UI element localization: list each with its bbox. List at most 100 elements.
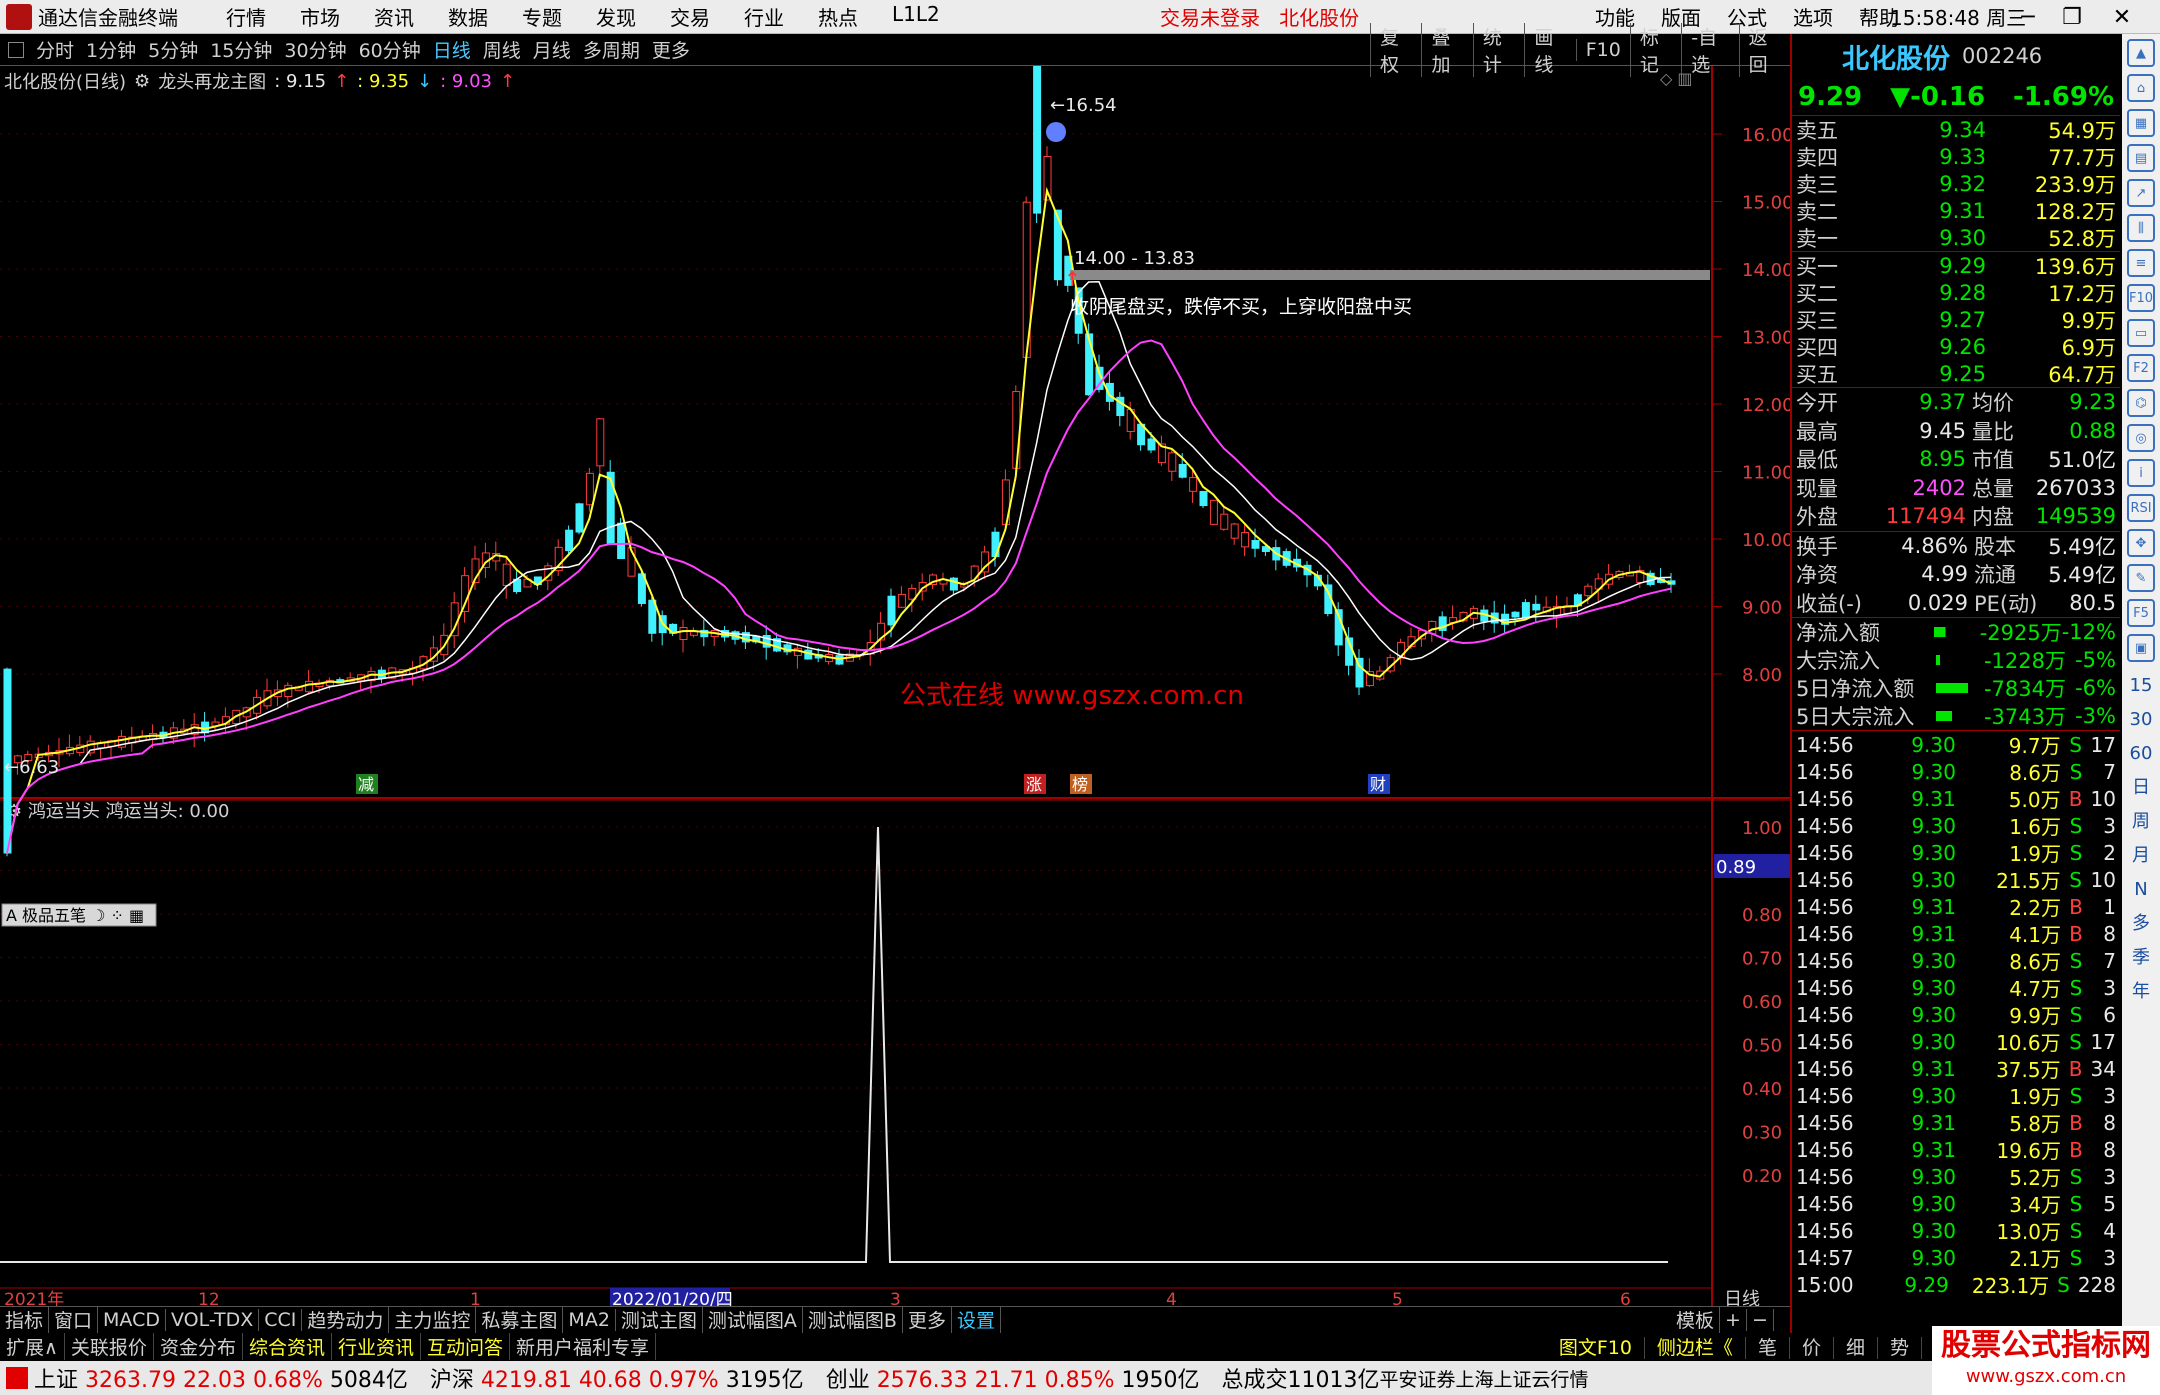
indicator-tab[interactable]: 测试幅图B <box>803 1306 903 1333</box>
ask-row[interactable]: 卖二 9.31 128.2万 <box>1792 197 2120 224</box>
minute-period-button[interactable]: 15 <box>2122 669 2160 703</box>
bottom-right-tab[interactable]: 图文F10 <box>1546 1336 1645 1359</box>
ask-row[interactable]: 卖五 9.34 54.9万 <box>1792 116 2120 143</box>
info-tab[interactable]: 关联报价 <box>65 1332 154 1360</box>
side-period-button[interactable]: N <box>2122 873 2160 907</box>
f2-icon[interactable]: F2 <box>2127 354 2155 382</box>
period-tab[interactable]: 月线 <box>533 36 571 63</box>
ask-row[interactable]: 卖四 9.33 77.7万 <box>1792 143 2120 170</box>
index-quote[interactable]: 上证 3263.79 22.03 0.68% 5084亿 <box>34 1362 408 1394</box>
period-tab[interactable]: 5分钟 <box>148 36 198 63</box>
period-tab[interactable]: 15分钟 <box>210 36 272 63</box>
indicator-tab[interactable]: 测试主图 <box>616 1306 703 1333</box>
right-menu-item[interactable]: 选项 <box>1793 2 1833 31</box>
menu-item[interactable]: L1L2 <box>892 2 940 31</box>
indicator-tab[interactable]: − <box>1747 1308 1774 1331</box>
restore-icon[interactable]: ❐ <box>2054 0 2090 34</box>
target-icon[interactable]: ◎ <box>2127 424 2155 452</box>
indicator-tab[interactable]: 测试幅图A <box>703 1306 803 1333</box>
info-tab[interactable]: 互动问答 <box>421 1332 510 1360</box>
menu-item[interactable]: 交易 <box>670 2 710 31</box>
index-quote[interactable]: 沪深 4219.81 40.68 0.97% 3195亿 <box>430 1362 804 1394</box>
calc-icon[interactable]: ▦ <box>2127 109 2155 137</box>
indicator-tab[interactable]: + <box>1720 1308 1747 1331</box>
home-icon[interactable]: ⌂ <box>2127 74 2155 102</box>
indicator-tab[interactable]: 模板 <box>1671 1306 1721 1333</box>
bid-row[interactable]: 买三 9.27 9.9万 <box>1792 306 2120 333</box>
period-tab[interactable]: 多周期 <box>583 36 640 63</box>
minute-period-button[interactable]: 60 <box>2122 737 2160 771</box>
bid-row[interactable]: 买一 9.29 139.6万 <box>1792 252 2120 279</box>
menu-item[interactable]: 专题 <box>522 2 562 31</box>
kline-icon[interactable]: ⫼ <box>2127 214 2155 242</box>
indicator-tab[interactable]: 趋势动力 <box>302 1306 390 1333</box>
list-icon[interactable]: ≡ <box>2127 249 2155 277</box>
period-tab[interactable]: 日线 <box>433 36 471 63</box>
side-period-button[interactable]: 月 <box>2122 839 2160 873</box>
side-period-button[interactable]: 季 <box>2122 941 2160 975</box>
info-icon[interactable]: i <box>2127 459 2155 487</box>
f10-icon[interactable]: F10 <box>2127 284 2155 312</box>
side-period-button[interactable]: 多 <box>2122 907 2160 941</box>
indicator-tab[interactable]: 设置 <box>952 1306 1001 1333</box>
ask-row[interactable]: 卖一 9.30 52.8万 <box>1792 224 2120 251</box>
info-tab[interactable]: 行业资讯 <box>332 1332 421 1360</box>
bid-row[interactable]: 买二 9.28 17.2万 <box>1792 279 2120 306</box>
menu-item[interactable]: 资讯 <box>374 2 414 31</box>
period-tab[interactable]: 周线 <box>483 36 521 63</box>
index-quote[interactable]: 创业 2576.33 21.71 0.85% 1950亿 <box>826 1362 1200 1394</box>
period-tab[interactable]: 1分钟 <box>86 36 136 63</box>
period-tab[interactable]: 60分钟 <box>359 36 421 63</box>
indicator-tab[interactable]: 主力监控 <box>389 1306 477 1333</box>
indicator-tab[interactable]: MACD <box>98 1308 166 1331</box>
ask-row[interactable]: 卖三 9.32 233.9万 <box>1792 170 2120 197</box>
info-tab[interactable]: 综合资讯 <box>243 1332 332 1360</box>
f3-icon[interactable]: ⌬ <box>2127 389 2155 417</box>
bottom-right-tab[interactable]: 侧边栏《 <box>1644 1336 1746 1359</box>
indicator-tab[interactable]: 私募主图 <box>476 1306 564 1333</box>
indicator-tab[interactable]: 更多 <box>903 1306 952 1333</box>
minute-period-button[interactable]: 30 <box>2122 703 2160 737</box>
table-icon[interactable]: ▤ <box>2127 144 2155 172</box>
period-tab[interactable]: 更多 <box>652 36 690 63</box>
bottom-right-tab[interactable]: 细 <box>1833 1336 1878 1359</box>
minimize-icon[interactable]: ─ <box>2010 0 2046 34</box>
side-period-button[interactable]: 年 <box>2122 975 2160 1009</box>
panel-toggle-icon[interactable] <box>8 41 24 58</box>
chart2-icon[interactable]: ▣ <box>2127 634 2155 662</box>
bottom-right-tab[interactable]: 价 <box>1789 1336 1834 1359</box>
bottom-right-tab[interactable]: 笔 <box>1745 1336 1790 1359</box>
info-tab[interactable]: 扩展∧ <box>0 1332 65 1360</box>
side-period-button[interactable]: 日 <box>2122 771 2160 805</box>
pen-icon[interactable]: ✎ <box>2127 564 2155 592</box>
indicator-tab[interactable]: VOL-TDX <box>166 1308 260 1331</box>
bid-row[interactable]: 买四 9.26 6.9万 <box>1792 333 2120 360</box>
period-tab[interactable]: 30分钟 <box>284 36 346 63</box>
login-status[interactable]: 交易未登录 北化股份 <box>1160 2 1359 31</box>
side-period-button[interactable]: 周 <box>2122 805 2160 839</box>
tool-button[interactable]: F10 <box>1575 39 1630 61</box>
f5-icon[interactable]: F5 <box>2127 599 2155 627</box>
indicator-tab[interactable]: CCI <box>259 1308 303 1331</box>
menu-item[interactable]: 热点 <box>818 2 858 31</box>
bottom-right-tab[interactable]: 势 <box>1877 1336 1922 1359</box>
period-tab[interactable]: 分时 <box>36 36 74 63</box>
doc-icon[interactable]: ▭ <box>2127 319 2155 347</box>
up-arrow-icon[interactable]: ▲ <box>2127 39 2155 67</box>
info-tab[interactable]: 新用户福利专享 <box>510 1332 657 1360</box>
rsi-icon[interactable]: RSI <box>2127 494 2155 522</box>
indicator-tab[interactable]: 窗口 <box>49 1306 99 1333</box>
menu-item[interactable]: 市场 <box>300 2 340 31</box>
menu-item[interactable]: 数据 <box>448 2 488 31</box>
indicator-tab[interactable]: 指标 <box>0 1306 50 1333</box>
move-icon[interactable]: ✥ <box>2127 529 2155 557</box>
info-tab[interactable]: 资金分布 <box>154 1332 243 1360</box>
bid-row[interactable]: 买五 9.25 64.7万 <box>1792 360 2120 387</box>
menu-item[interactable]: 行业 <box>744 2 784 31</box>
chart-icon[interactable]: ↗ <box>2127 179 2155 207</box>
indicator-tab[interactable]: MA2 <box>563 1308 616 1331</box>
kline-chart[interactable]: 16.0015.0014.0013.0012.0011.0010.009.008… <box>0 66 1790 1306</box>
menu-item[interactable]: 发现 <box>596 2 636 31</box>
close-icon[interactable]: ✕ <box>2104 0 2140 34</box>
menu-item[interactable]: 行情 <box>226 2 266 31</box>
